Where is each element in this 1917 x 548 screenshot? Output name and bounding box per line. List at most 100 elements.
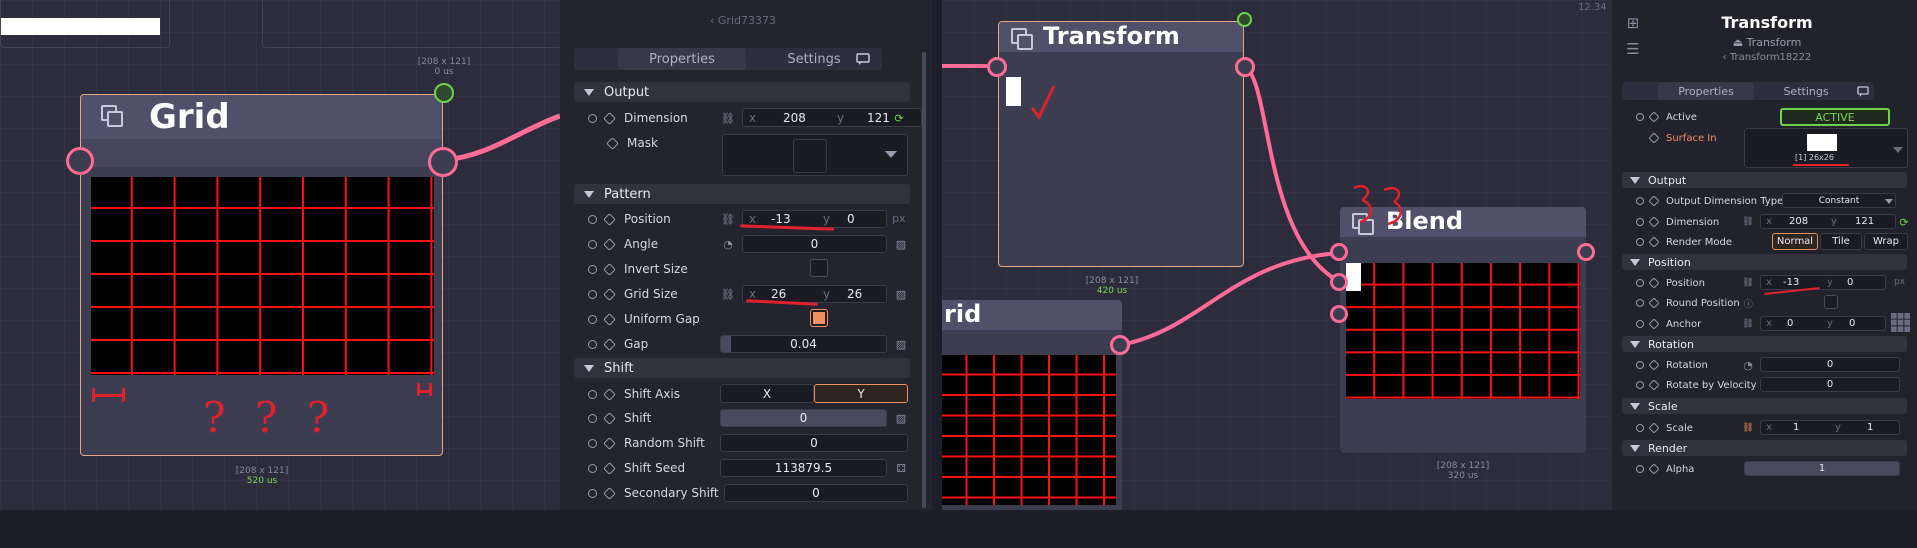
link-icon[interactable] — [1648, 463, 1660, 475]
render-mode-normal[interactable]: Normal — [1772, 233, 1818, 250]
keyframe-dot-icon[interactable] — [588, 413, 597, 423]
expression-icon[interactable]: ▨ — [894, 409, 908, 427]
blend-node[interactable]: Blend — [1340, 207, 1586, 453]
expression-icon[interactable]: ▨ — [894, 335, 908, 353]
link-icon[interactable] — [1648, 277, 1660, 289]
tab-properties[interactable]: Properties — [618, 48, 746, 70]
keyframe-dot-icon[interactable] — [1636, 218, 1644, 226]
render-mode-wrap[interactable]: Wrap — [1864, 233, 1908, 250]
blend-input-port-3[interactable] — [1330, 305, 1348, 323]
dimension-field[interactable]: x 208 y 121 — [1760, 214, 1896, 229]
link-icon[interactable] — [603, 212, 616, 226]
anchor-field[interactable]: x0 y0 — [1760, 316, 1886, 331]
left-node-canvas[interactable]: [208 x 121] 0 us Grid ? ? ? [208 x 121] … — [0, 0, 560, 510]
link-icon[interactable] — [1648, 236, 1660, 248]
keyframe-dot-icon[interactable] — [588, 214, 597, 224]
expression-icon[interactable]: ▨ — [894, 235, 908, 253]
grid-node[interactable]: rid — [942, 300, 1122, 510]
blend-input-port-1[interactable] — [1330, 243, 1348, 261]
keyframe-dot-icon[interactable] — [588, 463, 597, 473]
graph-icon[interactable]: ⊞ — [1624, 14, 1642, 32]
position-field[interactable]: x -13 y0 — [1760, 275, 1886, 290]
keyframe-dot-icon[interactable] — [1636, 299, 1644, 307]
section-pattern[interactable]: Pattern — [574, 184, 910, 204]
keyframe-dot-icon[interactable] — [588, 239, 597, 249]
section-render[interactable]: Render — [1622, 440, 1907, 456]
refresh-icon[interactable]: ⟳ — [1898, 214, 1910, 230]
chat-icon[interactable] — [1852, 82, 1874, 100]
link-icon[interactable] — [1648, 359, 1660, 371]
link-icon[interactable] — [606, 136, 619, 150]
keyframe-dot-icon[interactable] — [588, 389, 597, 399]
panel-scrollbar[interactable] — [922, 52, 926, 508]
anchor-grid-icon[interactable] — [1890, 312, 1910, 332]
section-scale[interactable]: Scale — [1622, 398, 1907, 414]
link-icon[interactable] — [603, 436, 616, 450]
keyframe-dot-icon[interactable] — [1636, 279, 1644, 287]
alpha-slider[interactable]: 1 — [1744, 461, 1900, 476]
preview-toggle-icon[interactable] — [1237, 12, 1252, 27]
link-axes-icon[interactable]: ⛓ — [1742, 316, 1754, 332]
keyframe-dot-icon[interactable] — [1636, 424, 1644, 432]
blend-input-port-2[interactable] — [1330, 273, 1348, 291]
scale-field[interactable]: x1 y1 — [1760, 420, 1900, 435]
tab-settings[interactable]: Settings — [1758, 82, 1854, 100]
grid-node[interactable]: Grid ? ? ? — [80, 94, 443, 456]
link-icon[interactable] — [603, 287, 616, 301]
expression-icon[interactable]: ▨ — [894, 285, 908, 303]
random-shift-field[interactable]: 0 — [720, 434, 908, 452]
section-rotation[interactable]: Rotation — [1622, 336, 1907, 352]
link-icon[interactable] — [603, 262, 616, 276]
link-icon[interactable] — [1648, 422, 1660, 434]
dice-icon[interactable]: ⚃ — [894, 459, 908, 477]
link-icon[interactable] — [1648, 111, 1660, 123]
link-axes-icon[interactable]: ⛓ — [720, 285, 736, 303]
grid-input-port[interactable] — [66, 147, 94, 175]
uniform-gap-checkbox[interactable] — [810, 309, 828, 327]
breadcrumb[interactable]: ‹ Grid73373 — [710, 14, 776, 27]
link-axes-icon[interactable]: ⛓ — [1742, 214, 1754, 230]
transform-input-port[interactable] — [987, 57, 1007, 77]
shift-axis-option-y[interactable]: Y — [814, 384, 908, 403]
keyframe-dot-icon[interactable] — [1636, 238, 1644, 246]
shift-field[interactable]: 0 — [720, 409, 887, 427]
link-icon[interactable] — [1648, 318, 1660, 330]
keyframe-dot-icon[interactable] — [1636, 197, 1644, 205]
rotate-by-velocity-field[interactable]: 0 — [1760, 377, 1900, 392]
tab-properties[interactable]: Properties — [1658, 82, 1754, 100]
link-icon[interactable] — [603, 237, 616, 251]
keyframe-dot-icon[interactable] — [588, 314, 597, 324]
angle-field[interactable]: 0 — [742, 235, 887, 253]
transform-node[interactable]: Transform — [998, 21, 1244, 267]
link-axes-icon[interactable]: ⛓ — [1742, 420, 1754, 436]
grid-output-port[interactable] — [1110, 335, 1130, 355]
link-icon[interactable] — [603, 387, 616, 401]
keyframe-dot-icon[interactable] — [1636, 113, 1644, 121]
rotation-icon[interactable]: ◔ — [1742, 357, 1754, 373]
link-icon[interactable] — [1648, 195, 1660, 207]
section-output[interactable]: Output — [1622, 172, 1907, 188]
refresh-icon[interactable]: ⟳ — [891, 109, 907, 127]
keyframe-dot-icon[interactable] — [588, 488, 597, 498]
link-icon[interactable] — [603, 337, 616, 351]
chat-icon[interactable] — [850, 48, 876, 70]
list-icon[interactable]: ☰ — [1624, 40, 1642, 58]
shift-axis-option-x[interactable]: X — [720, 384, 814, 403]
keyframe-dot-icon[interactable] — [588, 113, 597, 123]
shift-seed-field[interactable]: 113879.5 — [720, 459, 887, 477]
link-axes-icon[interactable]: ⛓ — [720, 109, 736, 127]
link-icon[interactable] — [603, 461, 616, 475]
gap-slider[interactable]: 0.04 — [720, 335, 887, 353]
right-node-canvas[interactable]: 12.34 Transform [208 x 121] 420 us rid Bl… — [942, 0, 1612, 510]
mask-surface-selector[interactable] — [722, 134, 908, 176]
rotation-icon[interactable]: ◔ — [720, 235, 736, 253]
section-output[interactable]: Output — [574, 82, 910, 102]
link-icon[interactable] — [603, 411, 616, 425]
secondary-shift-field[interactable]: 0 — [724, 484, 908, 502]
section-shift[interactable]: Shift — [574, 358, 910, 378]
section-position[interactable]: Position — [1622, 254, 1907, 270]
blend-output-port[interactable] — [1577, 243, 1595, 261]
round-position-checkbox[interactable] — [1824, 295, 1838, 309]
keyframe-dot-icon[interactable] — [588, 438, 597, 448]
keyframe-dot-icon[interactable] — [1636, 361, 1644, 369]
